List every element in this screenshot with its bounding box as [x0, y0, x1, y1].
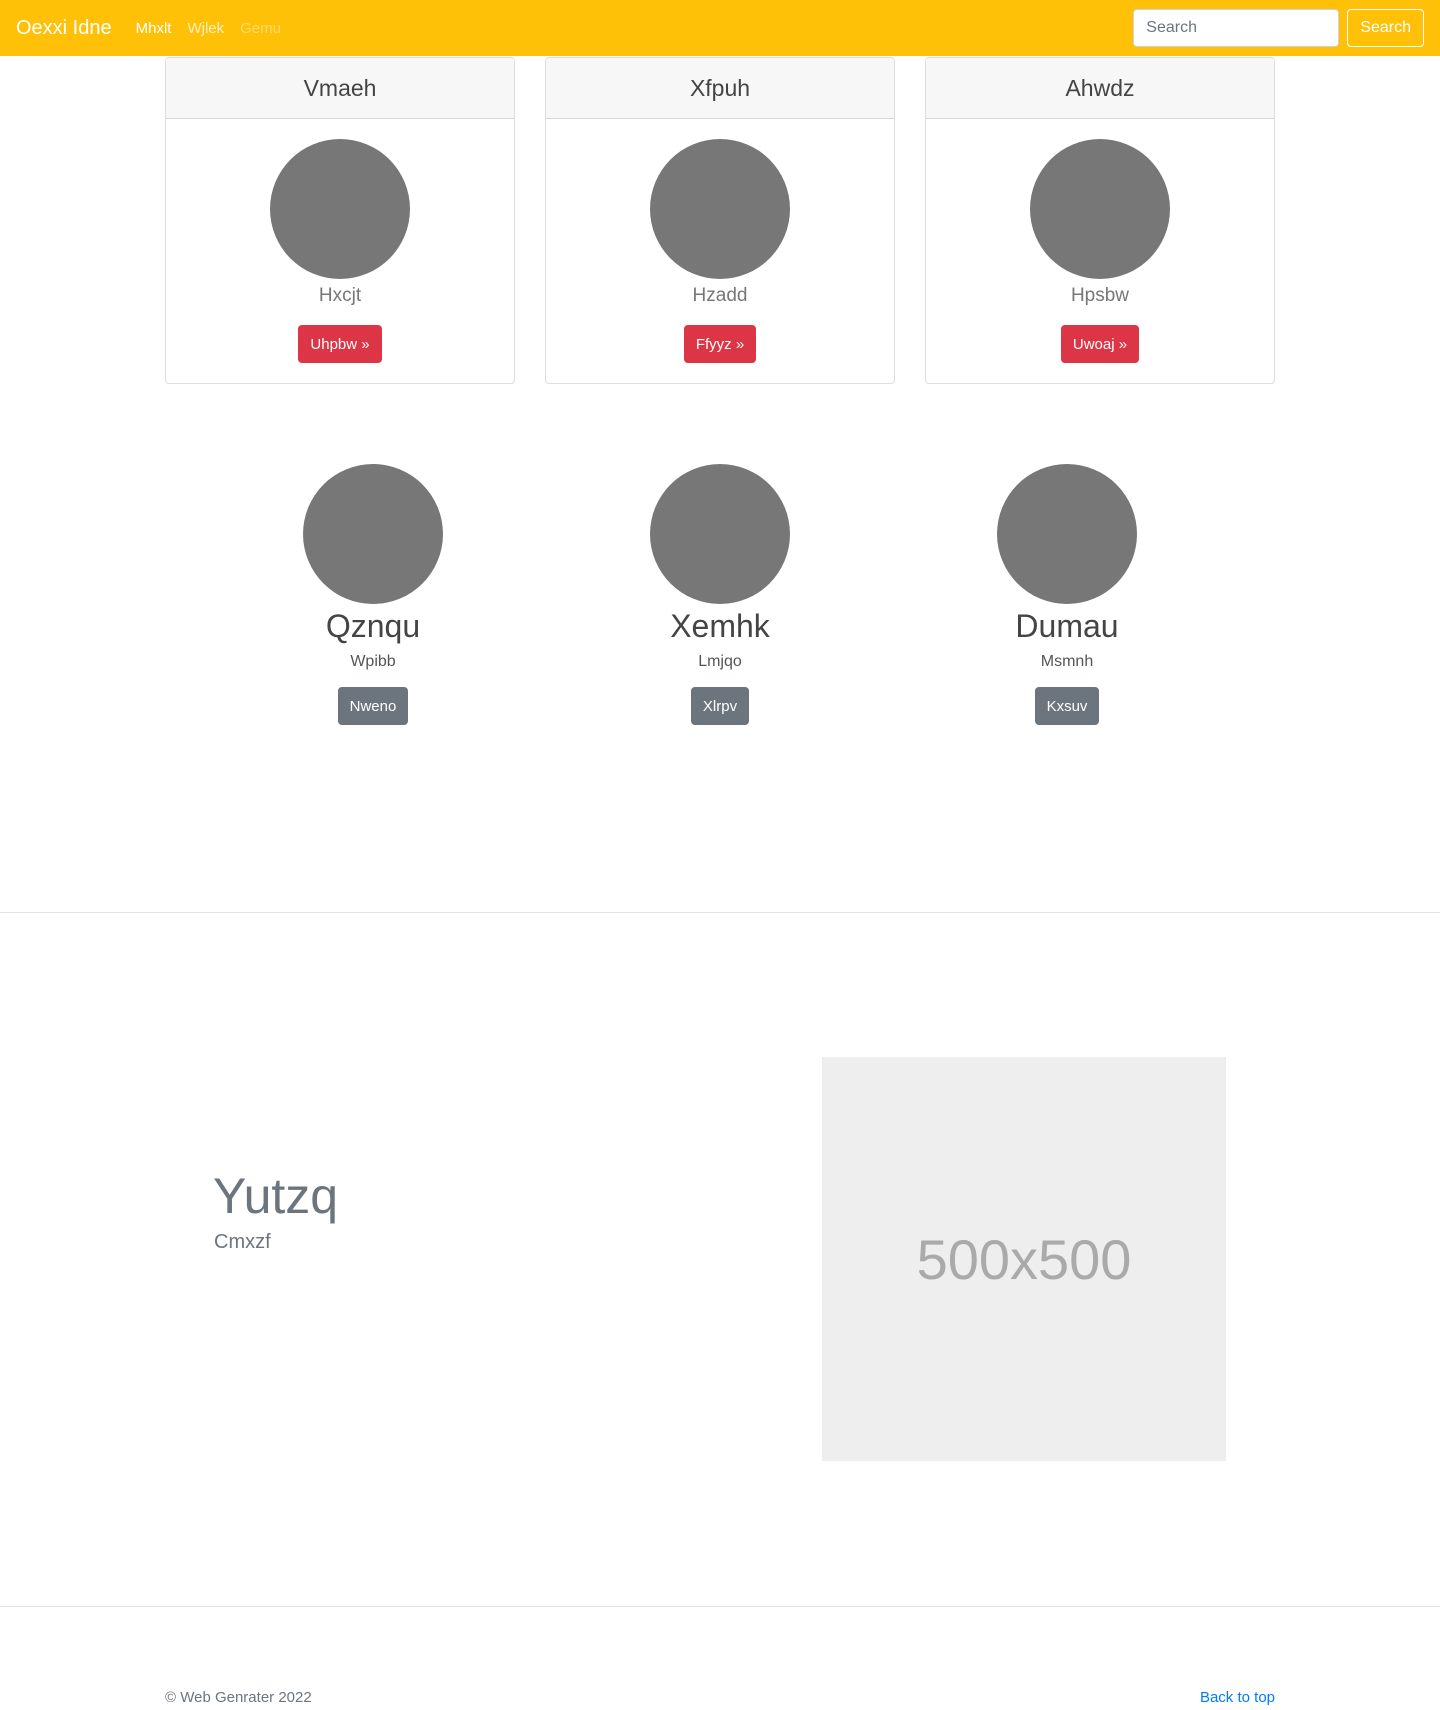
profile-2: Xemhk Lmjqo Xlrpv	[590, 464, 850, 725]
search-button[interactable]: Search	[1347, 9, 1424, 47]
profile-subtitle: Wpibb	[350, 653, 396, 670]
brand-link[interactable]: Oexxi Idne	[16, 17, 112, 40]
footer-divider	[0, 1606, 1440, 1607]
profile-name: Dumau	[1015, 608, 1119, 644]
profile-3: Dumau Msmnh Kxsuv	[937, 464, 1197, 725]
placeholder-image-label: 500x500	[916, 1227, 1132, 1291]
section-divider	[0, 912, 1440, 913]
card-title: Vmaeh	[166, 58, 514, 119]
profile-name: Qznqu	[325, 608, 421, 644]
card-subtitle: Hzadd	[692, 285, 748, 306]
card-1: Vmaeh Hxcjt Uhpbw »	[165, 57, 515, 384]
card-3-button[interactable]: Uwoaj »	[1060, 325, 1140, 363]
navbar: Oexxi Idne Mhxlt Wjlek Gemu Search	[0, 0, 1440, 56]
avatar	[997, 464, 1137, 604]
profile-name: Xemhk	[670, 608, 770, 644]
avatar	[270, 139, 410, 279]
profile-1: Qznqu Wpibb Nweno	[243, 464, 503, 725]
card-subtitle: Hxcjt	[318, 285, 362, 306]
feature-title: Yutzq	[213, 1168, 339, 1224]
nav-link-2[interactable]: Wjlek	[187, 20, 224, 37]
card-subtitle: Hpsbw	[1070, 285, 1130, 306]
avatar	[1030, 139, 1170, 279]
card-title: Ahwdz	[926, 58, 1274, 119]
card-3: Ahwdz Hpsbw Uwoaj »	[925, 57, 1275, 384]
card-1-button[interactable]: Uhpbw »	[298, 325, 382, 363]
feature-subtitle: Cmxzf	[214, 1231, 271, 1253]
profile-3-button[interactable]: Kxsuv	[1034, 687, 1100, 725]
profile-1-button[interactable]: Nweno	[337, 687, 409, 725]
profile-subtitle: Msmnh	[1040, 653, 1094, 670]
nav-link-1[interactable]: Mhxlt	[136, 20, 172, 37]
card-2: Xfpuh Hzadd Ffyyz »	[545, 57, 895, 384]
footer-copyright: © Web Genrater 2022	[165, 1689, 312, 1706]
card-title: Xfpuh	[546, 58, 894, 119]
avatar	[650, 139, 790, 279]
nav-link-3-disabled: Gemu	[240, 19, 281, 37]
profile-subtitle: Lmjqo	[698, 653, 742, 670]
search-input[interactable]	[1133, 9, 1340, 47]
avatar	[650, 464, 790, 604]
placeholder-image: 500x500	[822, 1057, 1226, 1461]
profile-2-button[interactable]: Xlrpv	[690, 687, 750, 725]
card-2-button[interactable]: Ffyyz »	[683, 325, 757, 363]
avatar	[303, 464, 443, 604]
back-to-top-link[interactable]: Back to top	[1200, 1689, 1275, 1706]
